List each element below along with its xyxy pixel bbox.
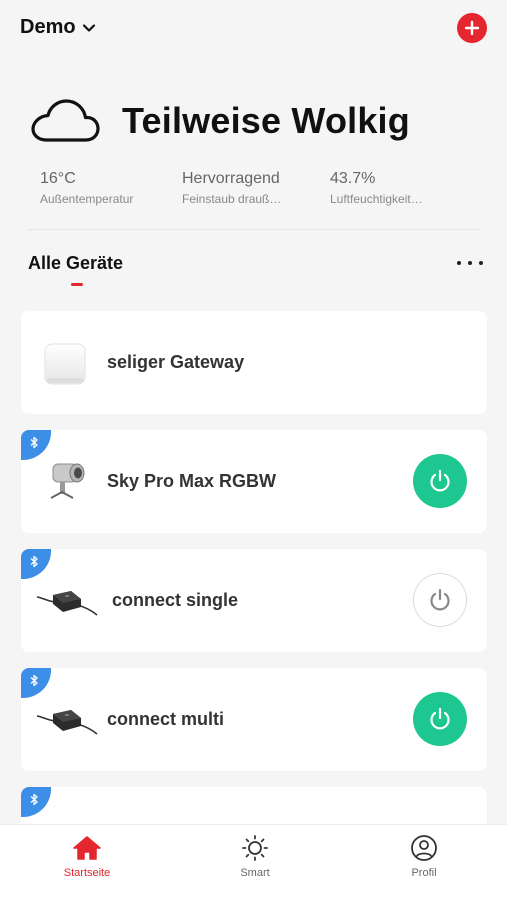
home-name: Demo (20, 16, 76, 38)
bluetooth-icon (30, 436, 38, 449)
nav-label: Profil (411, 867, 437, 879)
sun-icon (242, 835, 268, 861)
power-icon (430, 707, 450, 730)
nav-profile[interactable]: Profil (374, 835, 474, 879)
active-tab-indicator (71, 283, 83, 286)
stat-humidity: 43.7% Luftfeuchtigkeit… (330, 170, 423, 206)
power-toggle-button[interactable] (413, 454, 467, 508)
controller-device-image (36, 591, 98, 616)
gateway-device-image (44, 343, 86, 385)
plus-icon (464, 20, 480, 36)
app-screen: Demo Teilweise Wolkig 16°C Außentemperat… (0, 0, 507, 900)
controller-device-image (36, 710, 98, 735)
power-toggle-button[interactable] (413, 573, 467, 627)
device-name: connect single (112, 590, 239, 610)
user-icon (411, 835, 437, 861)
stat-value: 16°C (40, 170, 76, 187)
device-name: Sky Pro Max RGBW (107, 471, 277, 491)
more-horizontal-icon (457, 261, 461, 265)
stat-label: Luftfeuchtigkeit… (330, 192, 423, 206)
stat-temperature: 16°C Außentemperatur (40, 170, 133, 206)
tab-all-devices[interactable]: Alle Geräte (28, 253, 123, 274)
bluetooth-badge (21, 787, 51, 817)
stat-air-quality: Hervorragend Feinstaub drauß… (182, 170, 281, 206)
divider (28, 229, 479, 230)
weather-stats: 16°C Außentemperatur Hervorragend Feinst… (40, 170, 480, 210)
more-options-button[interactable] (457, 256, 483, 270)
bluetooth-icon (30, 555, 38, 568)
bluetooth-icon (30, 793, 38, 806)
home-switcher[interactable]: Demo (20, 16, 96, 39)
bluetooth-badge (21, 430, 51, 460)
device-name: seliger Gateway (107, 352, 245, 372)
bluetooth-badge (21, 549, 51, 579)
spotlight-device-image (50, 463, 85, 499)
nav-label: Startseite (63, 867, 111, 879)
device-card-sky-pro[interactable]: Sky Pro Max RGBW (21, 430, 487, 533)
device-name: connect multi (107, 709, 225, 729)
stat-value: Hervorragend (182, 170, 280, 187)
add-device-button[interactable] (457, 13, 487, 43)
weather-summary[interactable]: Teilweise Wolkig (30, 98, 410, 144)
nav-home[interactable]: Startseite (37, 835, 137, 879)
bluetooth-badge (21, 668, 51, 698)
bluetooth-icon (30, 674, 38, 687)
home-icon (73, 836, 101, 860)
cloud-icon (31, 99, 100, 142)
stat-label: Außentemperatur (40, 192, 134, 206)
chevron-down-icon (82, 23, 95, 32)
device-card-connect-single[interactable]: connect single (21, 549, 487, 652)
stat-label: Feinstaub drauß… (182, 192, 282, 206)
nav-label: Smart (240, 867, 270, 879)
top-bar: Demo (0, 0, 507, 58)
bottom-navigation: Startseite Smart Profil (0, 824, 507, 900)
device-card-connect-multi[interactable]: connect multi (21, 668, 487, 771)
stat-value: 43.7% (330, 170, 376, 187)
nav-smart[interactable]: Smart (205, 835, 305, 879)
weather-condition: Teilweise Wolkig (122, 100, 410, 141)
power-toggle-button[interactable] (413, 692, 467, 746)
power-icon (430, 588, 450, 611)
device-card-gateway[interactable]: seliger Gateway (21, 311, 487, 414)
power-icon (430, 469, 450, 492)
